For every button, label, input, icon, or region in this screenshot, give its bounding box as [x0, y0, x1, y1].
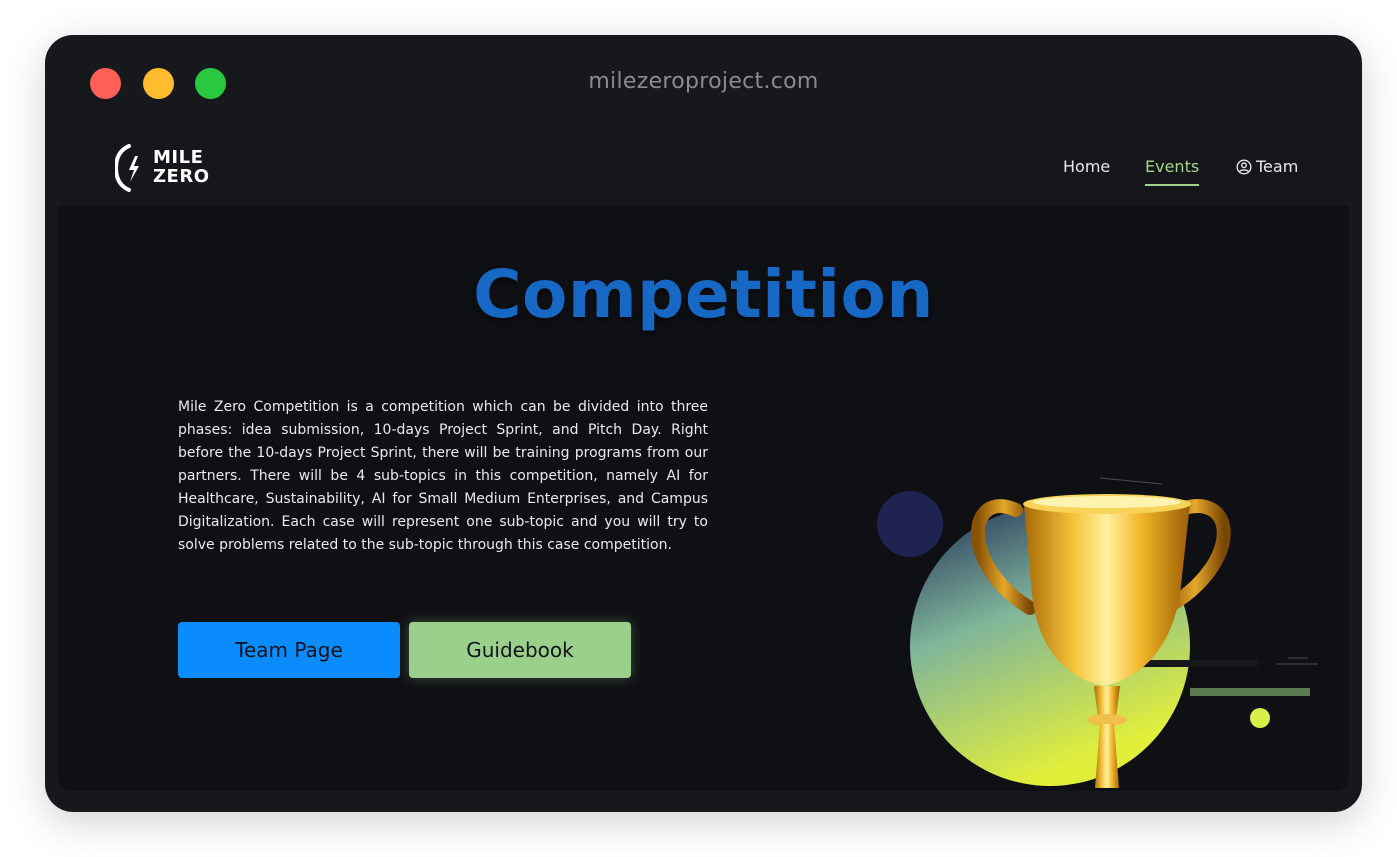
decor-bar-green	[1190, 688, 1310, 696]
nav-events-label: Events	[1145, 157, 1200, 176]
page-title: Competition	[473, 256, 934, 333]
address-bar-url[interactable]: milezeroproject.com	[45, 69, 1362, 94]
decor-circle-navy	[877, 491, 943, 557]
trophy-illustration	[877, 477, 1318, 788]
logo-mark-icon	[113, 144, 139, 192]
nav-active-indicator	[1145, 184, 1200, 186]
page-content: MILE ZERO Home Events Team Competition M…	[58, 128, 1349, 791]
nav-home[interactable]: Home	[1063, 157, 1110, 176]
team-page-button[interactable]: Team Page	[178, 622, 400, 678]
guidebook-button[interactable]: Guidebook	[409, 622, 631, 678]
user-circle-icon	[1236, 158, 1252, 175]
competition-description: Mile Zero Competition is a competition w…	[178, 399, 708, 553]
logo-line-1: MILE	[153, 147, 204, 168]
logo-line-2: ZERO	[153, 166, 210, 187]
nav-team-label: Team	[1256, 157, 1299, 176]
logo-wordmark: MILE ZERO	[153, 148, 210, 186]
nav-team[interactable]: Team	[1236, 157, 1298, 176]
nav-events[interactable]: Events	[1145, 157, 1200, 186]
decor-dot-yellow	[1250, 708, 1270, 728]
browser-window: milezeroproject.com MILE ZERO Home Event…	[45, 35, 1362, 812]
mile-zero-logo[interactable]: MILE ZERO	[113, 144, 215, 192]
navbar: MILE ZERO Home Events Team	[58, 128, 1349, 206]
